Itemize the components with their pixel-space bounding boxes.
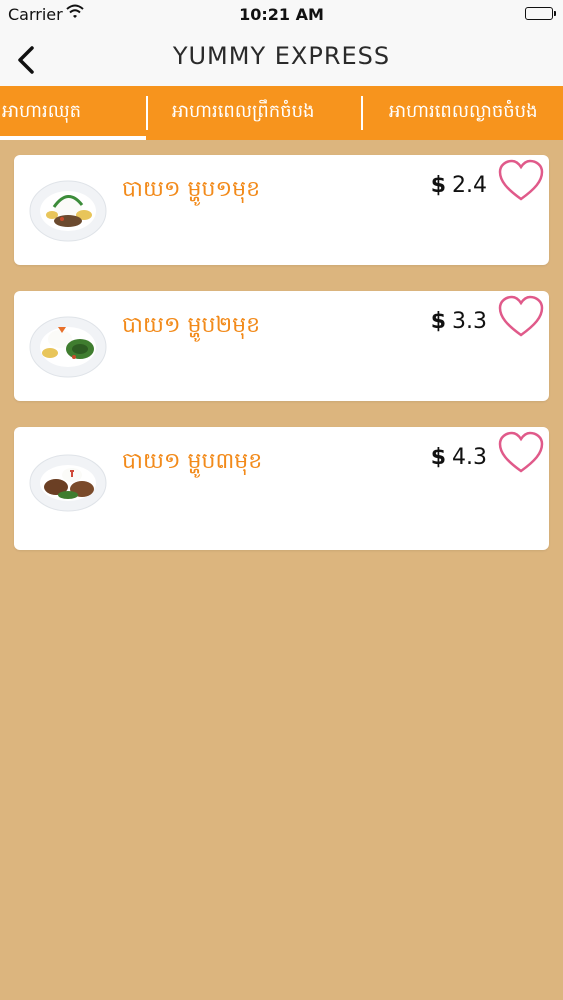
price-value: 4.3	[452, 445, 487, 470]
dish-price: $3.3	[431, 309, 487, 334]
dish-name: បាយ១ ម្ហូប១មុខ	[122, 177, 261, 202]
currency-symbol: $	[430, 445, 446, 470]
battery-icon	[525, 7, 556, 20]
heart-outline-icon	[498, 159, 544, 201]
tab-set-meals[interactable]: អាហារឈុត	[0, 86, 146, 140]
tab-dinner[interactable]: អាហារពេលល្ងាចចំបង	[363, 86, 563, 140]
dish-image	[28, 305, 108, 385]
dish-price: $4.3	[431, 445, 487, 470]
favorite-button[interactable]	[497, 159, 545, 203]
heart-outline-icon	[498, 295, 544, 337]
dish-image	[28, 441, 108, 521]
favorite-button[interactable]	[497, 431, 545, 475]
dish-price: $2.4	[431, 173, 487, 198]
category-tabs: អាហារឈុត អាហារពេលព្រឹកចំបង អាហារពេលល្ងាច…	[0, 86, 563, 140]
status-bar: Carrier 10:21 AM	[0, 0, 563, 30]
currency-symbol: $	[430, 309, 446, 334]
menu-item-card[interactable]: បាយ១ ម្ហូប២មុខ $3.3	[14, 291, 549, 401]
dish-image	[28, 169, 108, 249]
nav-bar: YUMMY EXPRESS	[0, 30, 563, 86]
currency-symbol: $	[430, 173, 446, 198]
app-title: YUMMY EXPRESS	[172, 42, 391, 70]
status-time: 10:21 AM	[239, 5, 324, 24]
menu-item-card[interactable]: បាយ១ ម្ហូប៣មុខ $4.3	[14, 427, 549, 550]
price-value: 3.3	[452, 309, 487, 334]
dish-name: បាយ១ ម្ហូប២មុខ	[122, 313, 261, 338]
favorite-button[interactable]	[497, 295, 545, 339]
dish-name: បាយ១ ម្ហូប៣មុខ	[122, 449, 263, 474]
heart-outline-icon	[498, 431, 544, 473]
price-value: 2.4	[452, 173, 487, 198]
menu-item-card[interactable]: បាយ១ ម្ហូប១មុខ $2.4	[14, 155, 549, 265]
tab-breakfast[interactable]: អាហារពេលព្រឹកចំបង	[148, 86, 361, 140]
